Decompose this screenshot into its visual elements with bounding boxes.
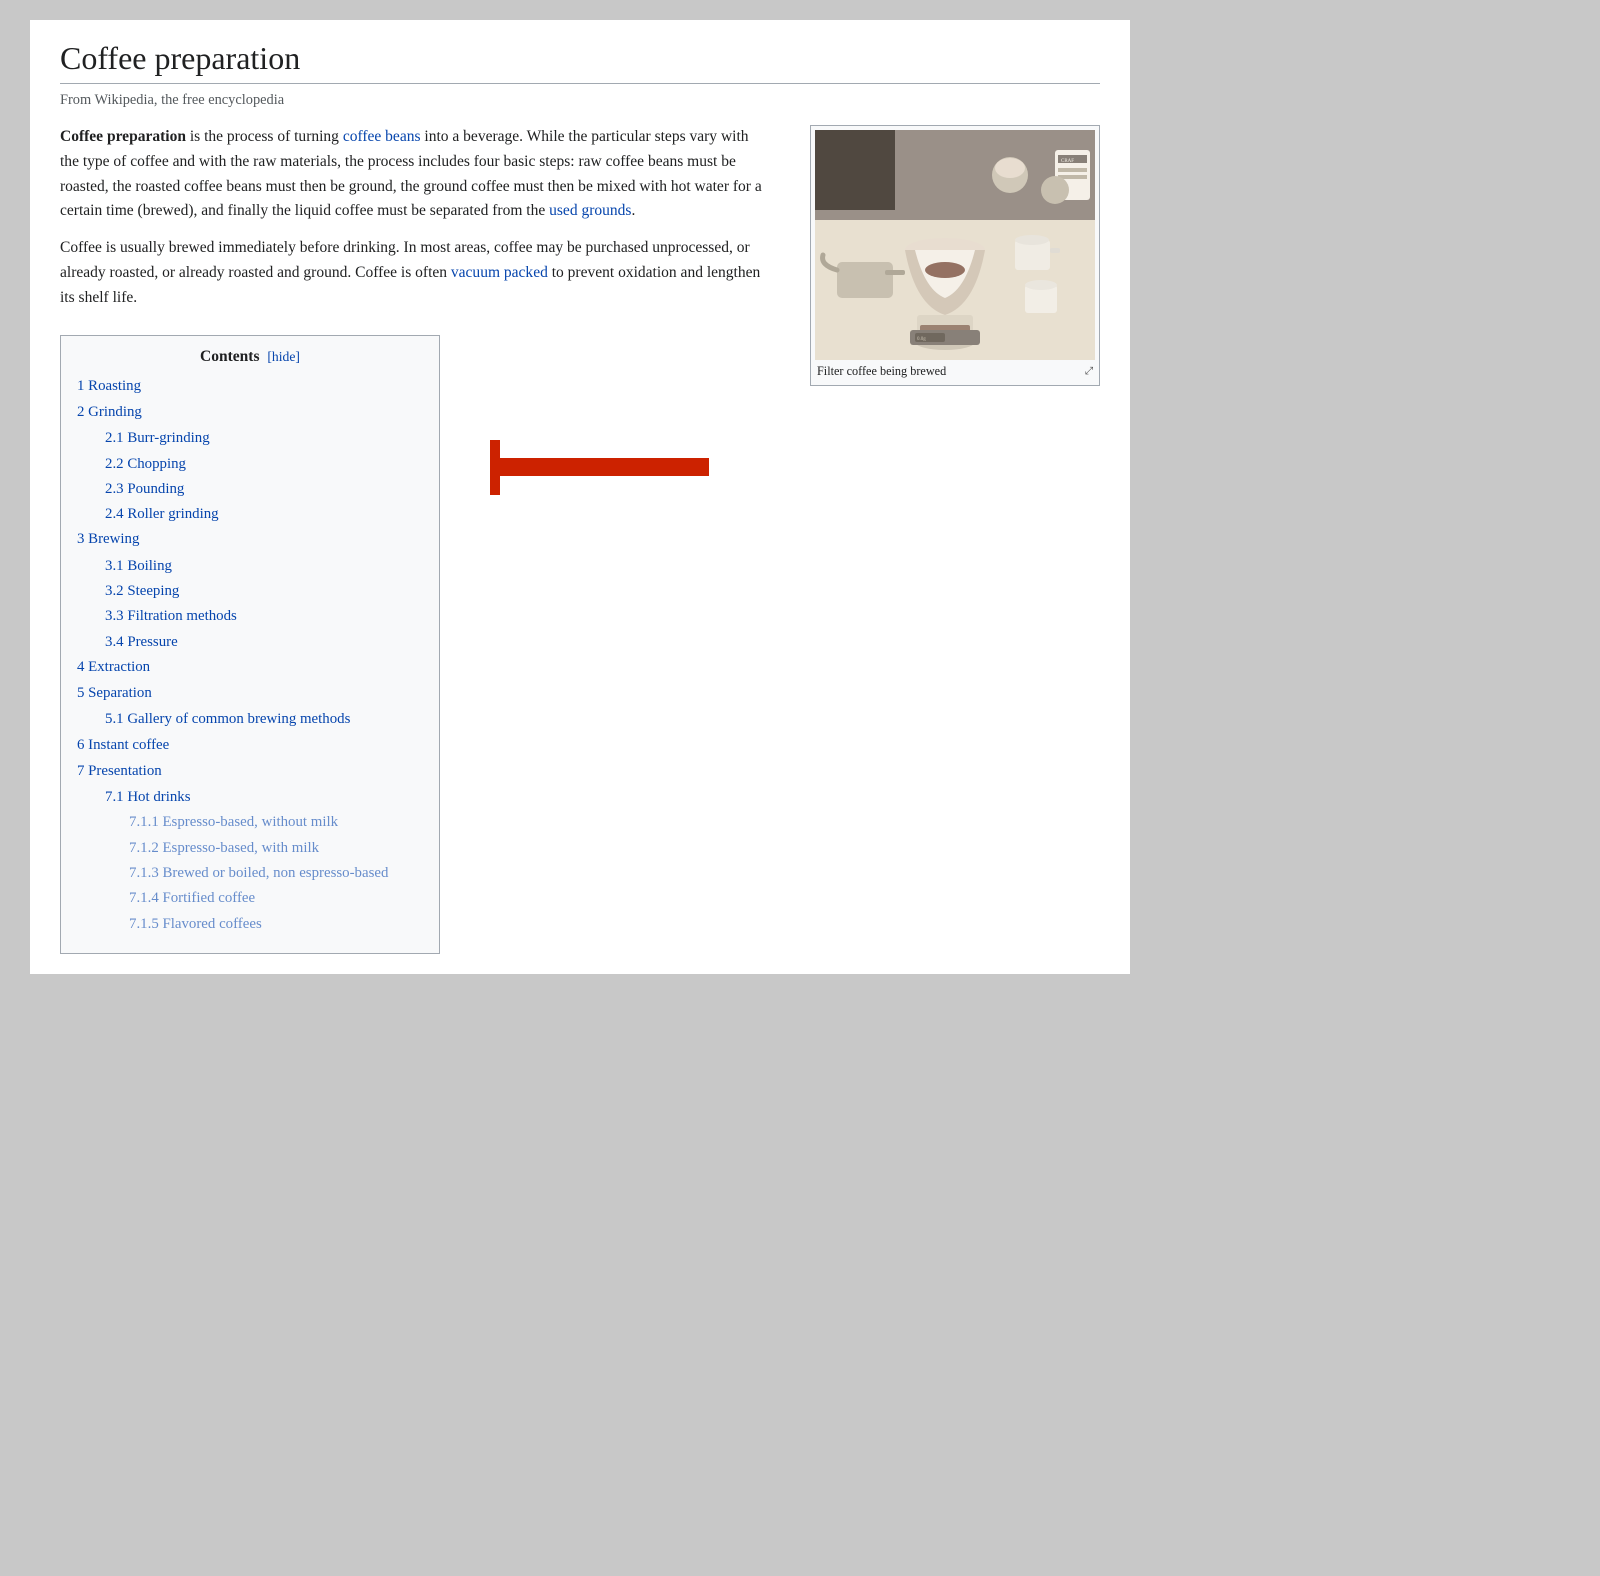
- toc-link-espresso-milk[interactable]: 7.1.2 Espresso-based, with milk: [129, 840, 319, 856]
- list-item: 7 Presentation: [77, 759, 423, 784]
- list-item: 3.1 Boiling: [77, 554, 423, 579]
- list-item: 7.1.5 Flavored coffees: [77, 912, 423, 937]
- intro-text-1: is the process of turning: [186, 128, 343, 145]
- list-item: 7.1.3 Brewed or boiled, non espresso-bas…: [77, 861, 423, 886]
- table-of-contents: Contents [hide] 1 Roasting 2 Grinding 2.…: [60, 335, 440, 954]
- list-item: 7.1.2 Espresso-based, with milk: [77, 836, 423, 861]
- list-item: 2.1 Burr-grinding: [77, 426, 423, 451]
- toc-link-chopping[interactable]: 2.2 Chopping: [105, 456, 186, 472]
- list-item: 2.3 Pounding: [77, 477, 423, 502]
- list-item: 1 Roasting: [77, 374, 423, 399]
- toc-link-instant-coffee[interactable]: 6 Instant coffee: [77, 737, 169, 753]
- list-item: 5 Separation: [77, 681, 423, 706]
- toc-link-boiling[interactable]: 3.1 Boiling: [105, 558, 172, 574]
- toc-title: Contents [hide]: [77, 348, 423, 366]
- page-title: Coffee preparation: [60, 40, 1100, 84]
- toc-link-steeping[interactable]: 3.2 Steeping: [105, 583, 179, 599]
- toc-list: 1 Roasting 2 Grinding 2.1 Burr-grinding …: [77, 374, 423, 937]
- list-item: 4 Extraction: [77, 655, 423, 680]
- toc-link-brewing[interactable]: 3 Brewing: [77, 531, 139, 547]
- intro-paragraph-1: Coffee preparation is the process of tur…: [60, 125, 770, 224]
- toc-link-pressure[interactable]: 3.4 Pressure: [105, 634, 178, 650]
- toc-link-roasting[interactable]: 1 Roasting: [77, 378, 141, 394]
- toc-link-extraction[interactable]: 4 Extraction: [77, 659, 150, 675]
- toc-link-roller-grinding[interactable]: 2.4 Roller grinding: [105, 506, 219, 522]
- toc-link-pounding[interactable]: 2.3 Pounding: [105, 481, 184, 497]
- toc-link-grinding[interactable]: 2 Grinding: [77, 404, 142, 420]
- list-item: 3 Brewing: [77, 527, 423, 552]
- toc-link-hot-drinks[interactable]: 7.1 Hot drinks: [105, 789, 191, 805]
- used-grounds-link[interactable]: used grounds: [549, 202, 631, 219]
- list-item: 2 Grinding: [77, 400, 423, 425]
- toc-link-separation[interactable]: 5 Separation: [77, 685, 152, 701]
- toc-link-brewed-boiled[interactable]: 7.1.3 Brewed or boiled, non espresso-bas…: [129, 865, 388, 881]
- toc-link-filtration[interactable]: 3.3 Filtration methods: [105, 608, 237, 624]
- toc-link-fortified[interactable]: 7.1.4 Fortified coffee: [129, 890, 255, 906]
- list-item: 3.4 Pressure: [77, 630, 423, 655]
- list-item: 7.1.4 Fortified coffee: [77, 886, 423, 911]
- caption-text: Filter coffee being brewed: [817, 364, 946, 379]
- list-item: 3.2 Steeping: [77, 579, 423, 604]
- svg-text:0.0g: 0.0g: [917, 337, 926, 342]
- list-item: 2.2 Chopping: [77, 452, 423, 477]
- infobox-image: 0.0g CRAF: [815, 130, 1095, 360]
- toc-hide-button[interactable]: [hide]: [267, 349, 300, 364]
- list-item: 7.1.1 Espresso-based, without milk: [77, 810, 423, 835]
- expand-icon[interactable]: ⤢: [1085, 366, 1093, 378]
- infobox-caption: Filter coffee being brewed ⤢: [815, 360, 1095, 381]
- toc-link-espresso-no-milk[interactable]: 7.1.1 Espresso-based, without milk: [129, 814, 338, 830]
- toc-title-text: Contents: [200, 348, 259, 365]
- subtitle: From Wikipedia, the free encyclopedia: [60, 92, 1100, 109]
- vacuum-packed-link[interactable]: vacuum packed: [451, 264, 548, 281]
- toc-link-burr-grinding[interactable]: 2.1 Burr-grinding: [105, 430, 210, 446]
- toc-link-gallery[interactable]: 5.1 Gallery of common brewing methods: [105, 711, 350, 727]
- list-item: 3.3 Filtration methods: [77, 604, 423, 629]
- toc-link-presentation[interactable]: 7 Presentation: [77, 763, 162, 779]
- toc-link-flavored[interactable]: 7.1.5 Flavored coffees: [129, 916, 262, 932]
- intro-bold: Coffee preparation: [60, 128, 186, 145]
- svg-text:CRAF: CRAF: [1061, 159, 1074, 164]
- list-item: 2.4 Roller grinding: [77, 502, 423, 527]
- coffee-beans-link[interactable]: coffee beans: [343, 128, 421, 145]
- intro-paragraph-2: Coffee is usually brewed immediately bef…: [60, 236, 770, 310]
- infobox: 0.0g CRAF Filter coffee being brewed: [810, 125, 1100, 386]
- intro-end-1: .: [631, 202, 635, 219]
- list-item: 7.1 Hot drinks: [77, 785, 423, 810]
- list-item: 6 Instant coffee: [77, 733, 423, 758]
- list-item: 5.1 Gallery of common brewing methods: [77, 707, 423, 732]
